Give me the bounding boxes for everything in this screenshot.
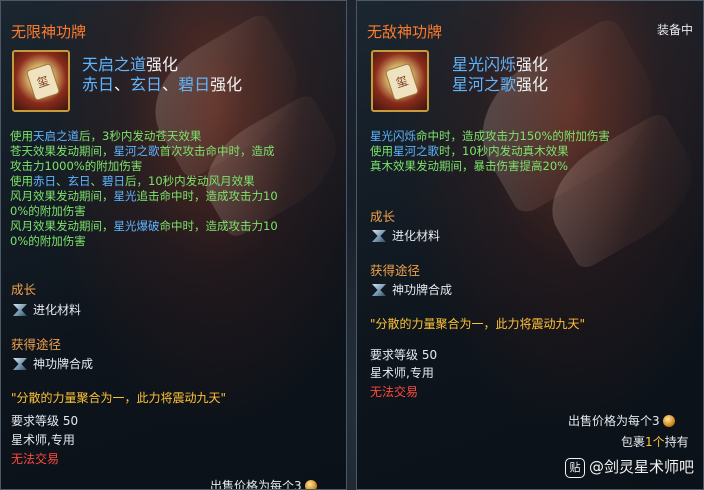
effect-text: 命中时，造成攻击力150%的附加伤害 bbox=[416, 129, 610, 143]
description-line: 攻击力1000%的附加伤害 bbox=[10, 159, 142, 174]
skill-name: 星光闪烁 bbox=[370, 129, 416, 143]
copper-coin-icon bbox=[304, 480, 317, 489]
class-requirement: 星术师,专用 bbox=[370, 366, 434, 380]
effect-text: 苍天效果发动期间， bbox=[10, 144, 114, 158]
item-icon: 玺 bbox=[12, 50, 70, 112]
inventory-prefix: 包裹 bbox=[621, 435, 646, 449]
effect-text: 使用 bbox=[370, 144, 393, 158]
item-tooltip-left: 无限神功牌 玺 天启之道 强化 赤日、玄日、碧日强化 使用天启之道后，3秒内发动苍… bbox=[0, 0, 347, 490]
skill-name: 玄日 bbox=[130, 75, 163, 94]
separator: 、 bbox=[114, 75, 131, 94]
effect-text: 时，10秒内发动真木效果 bbox=[439, 144, 569, 158]
item-icon: 玺 bbox=[371, 50, 429, 112]
inventory-count: 包裹1个持有 bbox=[621, 433, 689, 450]
effect-text: 使用 bbox=[10, 174, 33, 188]
material-icon bbox=[13, 358, 27, 370]
inventory-suffix: 持有 bbox=[664, 435, 689, 449]
level-requirement: 要求等级 50 bbox=[370, 348, 438, 362]
effect-text: 、 bbox=[90, 174, 103, 188]
effect-text: 后，3秒内发动苍天效果 bbox=[79, 129, 202, 143]
skill-name: 赤日 bbox=[82, 75, 115, 94]
obtain-header: 获得途径 bbox=[11, 337, 62, 352]
item-tooltip-right: 无敌神功牌 装备中 玺 星光闪烁 强化 星河之歌强化 星光闪烁命中时，造成攻击力1… bbox=[356, 0, 704, 490]
trade-restriction: 无法交易 bbox=[11, 452, 60, 466]
equipped-label: 装备中 bbox=[656, 23, 693, 37]
effect-text: 命中时，造成攻击力10 bbox=[159, 219, 278, 233]
enhance-line-2: 赤日、玄日、碧日强化 bbox=[82, 71, 242, 95]
description-line: 使用天启之道后，3秒内发动苍天效果 bbox=[10, 129, 201, 144]
sell-price-text: 出售价格为每个3 bbox=[568, 414, 660, 428]
item-title: 无敌神功牌 bbox=[367, 23, 443, 41]
class-requirement: 星术师,专用 bbox=[11, 433, 75, 447]
effect-text: 风月效果发动期间， bbox=[10, 189, 114, 203]
description-line: 使用赤日、玄日、碧日后，10秒内发动风月效果 bbox=[10, 174, 255, 189]
flavor-quote: "分散的力量聚合为一，此力将震动九天" bbox=[11, 391, 227, 405]
seal-icon: 玺 bbox=[384, 62, 420, 102]
effect-text: 攻击力1000%的附加伤害 bbox=[10, 159, 143, 173]
watermark: 贴 @剑灵星术师吧 bbox=[564, 456, 694, 478]
inventory-number: 1个 bbox=[645, 435, 665, 449]
enhance-suffix: 强化 bbox=[210, 75, 243, 94]
material-icon bbox=[372, 230, 386, 242]
enhance-line-2: 星河之歌强化 bbox=[452, 71, 548, 95]
growth-header: 成长 bbox=[370, 209, 396, 224]
skill-name: 星光爆破 bbox=[113, 219, 160, 233]
growth-item: 进化材料 bbox=[392, 229, 441, 243]
effect-text: 追击命中时，造成攻击力10 bbox=[136, 189, 278, 203]
skill-name: 星河之歌 bbox=[393, 144, 439, 158]
separator: 、 bbox=[162, 75, 179, 94]
skill-name: 星河之歌 bbox=[452, 75, 517, 94]
seal-icon: 玺 bbox=[25, 62, 61, 102]
description-line: 风月效果发动期间，星光爆破命中时，造成攻击力10 bbox=[10, 219, 278, 234]
effect-text: 使用 bbox=[10, 129, 33, 143]
skill-name: 赤日 bbox=[33, 174, 56, 188]
copper-coin-icon bbox=[662, 415, 675, 427]
skill-name: 玄日 bbox=[67, 174, 91, 188]
level-requirement: 要求等级 50 bbox=[11, 414, 79, 428]
skill-name: 天启之道 bbox=[33, 129, 79, 143]
effect-text: 风月效果发动期间， bbox=[10, 219, 114, 233]
effect-text: 后，10秒内发动风月效果 bbox=[125, 174, 255, 188]
skill-name: 星河之歌 bbox=[113, 144, 160, 158]
obtain-row: 神功牌合成 bbox=[13, 355, 93, 372]
growth-item: 进化材料 bbox=[33, 303, 82, 317]
description-line: 0%的附加伤害 bbox=[10, 204, 86, 219]
obtain-header: 获得途径 bbox=[370, 263, 421, 278]
material-icon bbox=[372, 284, 386, 296]
material-icon bbox=[13, 304, 27, 316]
flavor-quote: "分散的力量聚合为一，此力将震动九天" bbox=[370, 317, 586, 331]
description-line: 0%的附加伤害 bbox=[10, 234, 86, 249]
trade-restriction: 无法交易 bbox=[370, 385, 419, 399]
effect-text: 真木效果发动期间，暴击伤害提高20% bbox=[370, 159, 569, 173]
sell-price: 出售价格为每个3 bbox=[568, 412, 675, 429]
skill-name: 碧日 bbox=[102, 174, 125, 188]
item-title: 无限神功牌 bbox=[11, 23, 87, 41]
watermark-text: @剑灵星术师吧 bbox=[588, 458, 694, 476]
obtain-row: 神功牌合成 bbox=[372, 281, 452, 298]
tieba-badge-icon: 贴 bbox=[564, 458, 585, 478]
growth-row: 进化材料 bbox=[13, 301, 81, 318]
description-line: 风月效果发动期间，星光追击命中时，造成攻击力10 bbox=[10, 189, 278, 204]
sell-price: 出售价格为每个3 bbox=[210, 477, 317, 490]
effect-text: 首次攻击命中时，造成 bbox=[159, 144, 275, 158]
description-line: 真木效果发动期间，暴击伤害提高20% bbox=[370, 159, 568, 174]
sell-price-text: 出售价格为每个3 bbox=[210, 479, 302, 490]
obtain-item: 神功牌合成 bbox=[392, 283, 453, 297]
growth-row: 进化材料 bbox=[372, 227, 440, 244]
description-line: 使用星河之歌时，10秒内发动真木效果 bbox=[370, 144, 569, 159]
effect-text: 0%的附加伤害 bbox=[10, 204, 86, 218]
description-line: 苍天效果发动期间，星河之歌首次攻击命中时，造成 bbox=[10, 144, 275, 159]
skill-name: 星光 bbox=[113, 189, 137, 203]
growth-header: 成长 bbox=[11, 282, 37, 297]
enhance-suffix: 强化 bbox=[516, 75, 549, 94]
effect-text: 、 bbox=[56, 174, 68, 188]
skill-name: 碧日 bbox=[178, 75, 211, 94]
obtain-item: 神功牌合成 bbox=[33, 357, 94, 371]
description-line: 星光闪烁命中时，造成攻击力150%的附加伤害 bbox=[370, 129, 610, 144]
effect-text: 0%的附加伤害 bbox=[10, 234, 86, 248]
